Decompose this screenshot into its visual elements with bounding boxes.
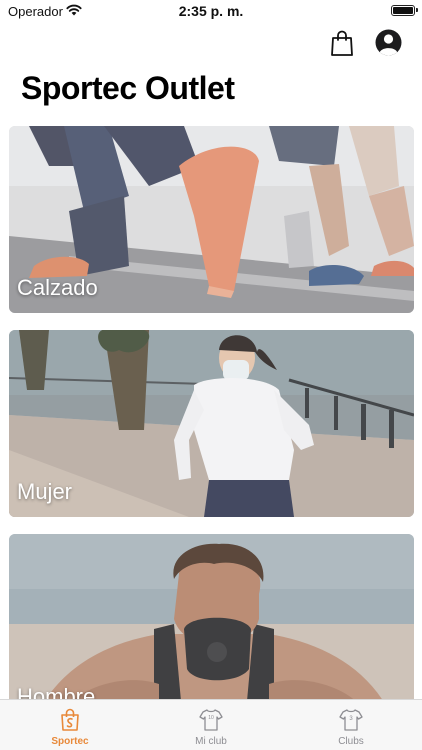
category-card-mujer[interactable]: Mujer [9,330,414,517]
battery-icon [391,5,418,16]
tab-label: Mi club [195,736,227,747]
tab-label: Clubs [338,736,364,747]
shopping-bag-tab-icon [61,708,79,731]
tab-mi-club[interactable]: 10 Mi club [141,700,281,750]
tab-label: Sportec [51,736,89,747]
svg-text:3: 3 [349,716,353,722]
jersey-icon: 3 [339,709,363,731]
shopping-bag-icon[interactable] [330,30,354,56]
category-label: Calzado [17,275,98,300]
svg-text:10: 10 [208,715,214,721]
tab-clubs[interactable]: 3 Clubs [281,700,421,750]
clock-time: 2:35 p. m. [178,3,244,19]
status-bar: Operador 2:35 p. m. [0,0,422,22]
account-circle-icon[interactable] [375,29,402,56]
category-label: Mujer [17,479,73,504]
tab-bar: Sportec 10 Mi club 3 Clubs [0,699,422,750]
category-card-calzado[interactable]: Calzado [9,126,414,313]
jersey-icon: 10 [199,709,223,731]
page-title: Sportec Outlet [21,70,235,106]
tab-sportec[interactable]: Sportec [0,700,140,750]
